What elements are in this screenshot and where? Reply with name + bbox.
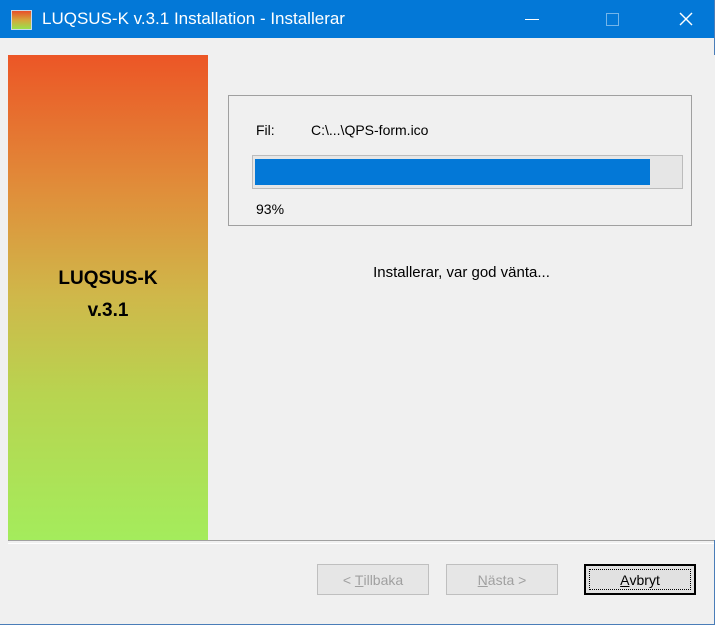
minimize-button[interactable] xyxy=(505,0,559,38)
back-button[interactable]: < Tillbaka xyxy=(317,564,429,595)
back-button-accel: T xyxy=(354,571,364,588)
maximize-icon xyxy=(605,12,619,26)
minimize-icon xyxy=(525,18,539,20)
close-icon xyxy=(679,12,693,26)
title-bar[interactable]: LUQSUS-K v.3.1 Installation - Installera… xyxy=(0,0,714,38)
focus-rectangle xyxy=(589,569,691,590)
status-message: Installerar, var god vänta... xyxy=(373,264,550,281)
progress-bar-fill xyxy=(255,159,650,185)
progress-bar xyxy=(252,155,683,189)
next-button[interactable]: Nästa > xyxy=(446,564,558,595)
product-name: LUQSUS-K xyxy=(58,268,158,289)
maximize-button xyxy=(585,0,639,38)
file-label: Fil: xyxy=(256,122,275,138)
next-button-accel: N xyxy=(477,571,488,588)
sidebar-banner: LUQSUS-K v.3.1 xyxy=(8,55,208,540)
footer-separator xyxy=(8,540,714,544)
installer-window: LUQSUS-K v.3.1 Installation - Installera… xyxy=(0,0,715,625)
content-panel: Fil: C:\...\QPS-form.ico 93% Installerar… xyxy=(208,55,715,540)
cancel-button[interactable]: Avbryt xyxy=(584,564,696,595)
window-title: LUQSUS-K v.3.1 Installation - Installera… xyxy=(42,9,345,28)
app-icon xyxy=(11,10,32,30)
progress-percent: 93% xyxy=(256,201,285,217)
close-button[interactable] xyxy=(659,0,713,38)
current-file: C:\...\QPS-form.ico xyxy=(311,122,429,138)
product-version: v.3.1 xyxy=(87,300,129,321)
back-button-pre: < xyxy=(342,571,355,588)
progress-group: Fil: C:\...\QPS-form.ico 93% xyxy=(228,95,692,226)
next-button-post: ästa > xyxy=(487,571,527,588)
back-button-post: illbaka xyxy=(363,571,404,588)
